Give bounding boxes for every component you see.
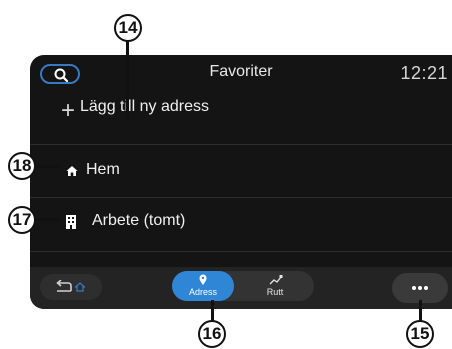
- tab-address-label: Adress: [188, 287, 217, 297]
- plus-icon: +: [61, 97, 76, 124]
- dot: [424, 286, 428, 290]
- top-bar: Favoriter 12:21: [30, 55, 452, 89]
- dot: [418, 286, 422, 290]
- building-icon: [66, 215, 76, 229]
- divider: [30, 197, 452, 198]
- home-icon: [75, 282, 85, 292]
- back-home-button[interactable]: [40, 274, 102, 300]
- dot: [412, 286, 416, 290]
- callout-18: 18: [8, 152, 36, 180]
- tab-address[interactable]: Adress: [172, 271, 234, 301]
- home-label: Hem: [86, 161, 120, 178]
- add-address-item[interactable]: + Lägg till ny adress: [30, 95, 452, 135]
- page-title: Favoriter: [209, 63, 273, 80]
- callout-leader: [34, 218, 60, 221]
- view-toggle: Adress Rutt: [172, 271, 314, 301]
- home-icon: [66, 166, 78, 176]
- favorite-item-home[interactable]: Hem: [30, 153, 452, 181]
- bottom-bar: Adress Rutt: [30, 267, 452, 309]
- tab-route[interactable]: Rutt: [244, 271, 306, 301]
- callout-leader: [34, 165, 60, 168]
- callout-17: 17: [8, 206, 36, 234]
- callout-14: 14: [114, 14, 142, 42]
- divider: [30, 144, 452, 145]
- back-arrow-icon: [56, 280, 72, 292]
- navigation-screen: Favoriter 12:21 + Lägg till ny adress He…: [30, 55, 452, 309]
- route-icon: [269, 275, 283, 285]
- tab-route-label: Rutt: [266, 287, 284, 297]
- callout-leader: [126, 40, 129, 120]
- divider: [30, 251, 452, 252]
- favorite-item-work[interactable]: Arbete (tomt): [30, 207, 452, 235]
- add-address-label: Lägg till ny adress: [80, 98, 209, 115]
- clock: 12:21: [400, 63, 448, 83]
- work-label: Arbete (tomt): [92, 212, 186, 229]
- callout-16: 16: [198, 320, 226, 348]
- more-options-button[interactable]: [392, 273, 448, 303]
- callout-15: 15: [406, 320, 434, 348]
- location-pin-icon: [199, 274, 207, 285]
